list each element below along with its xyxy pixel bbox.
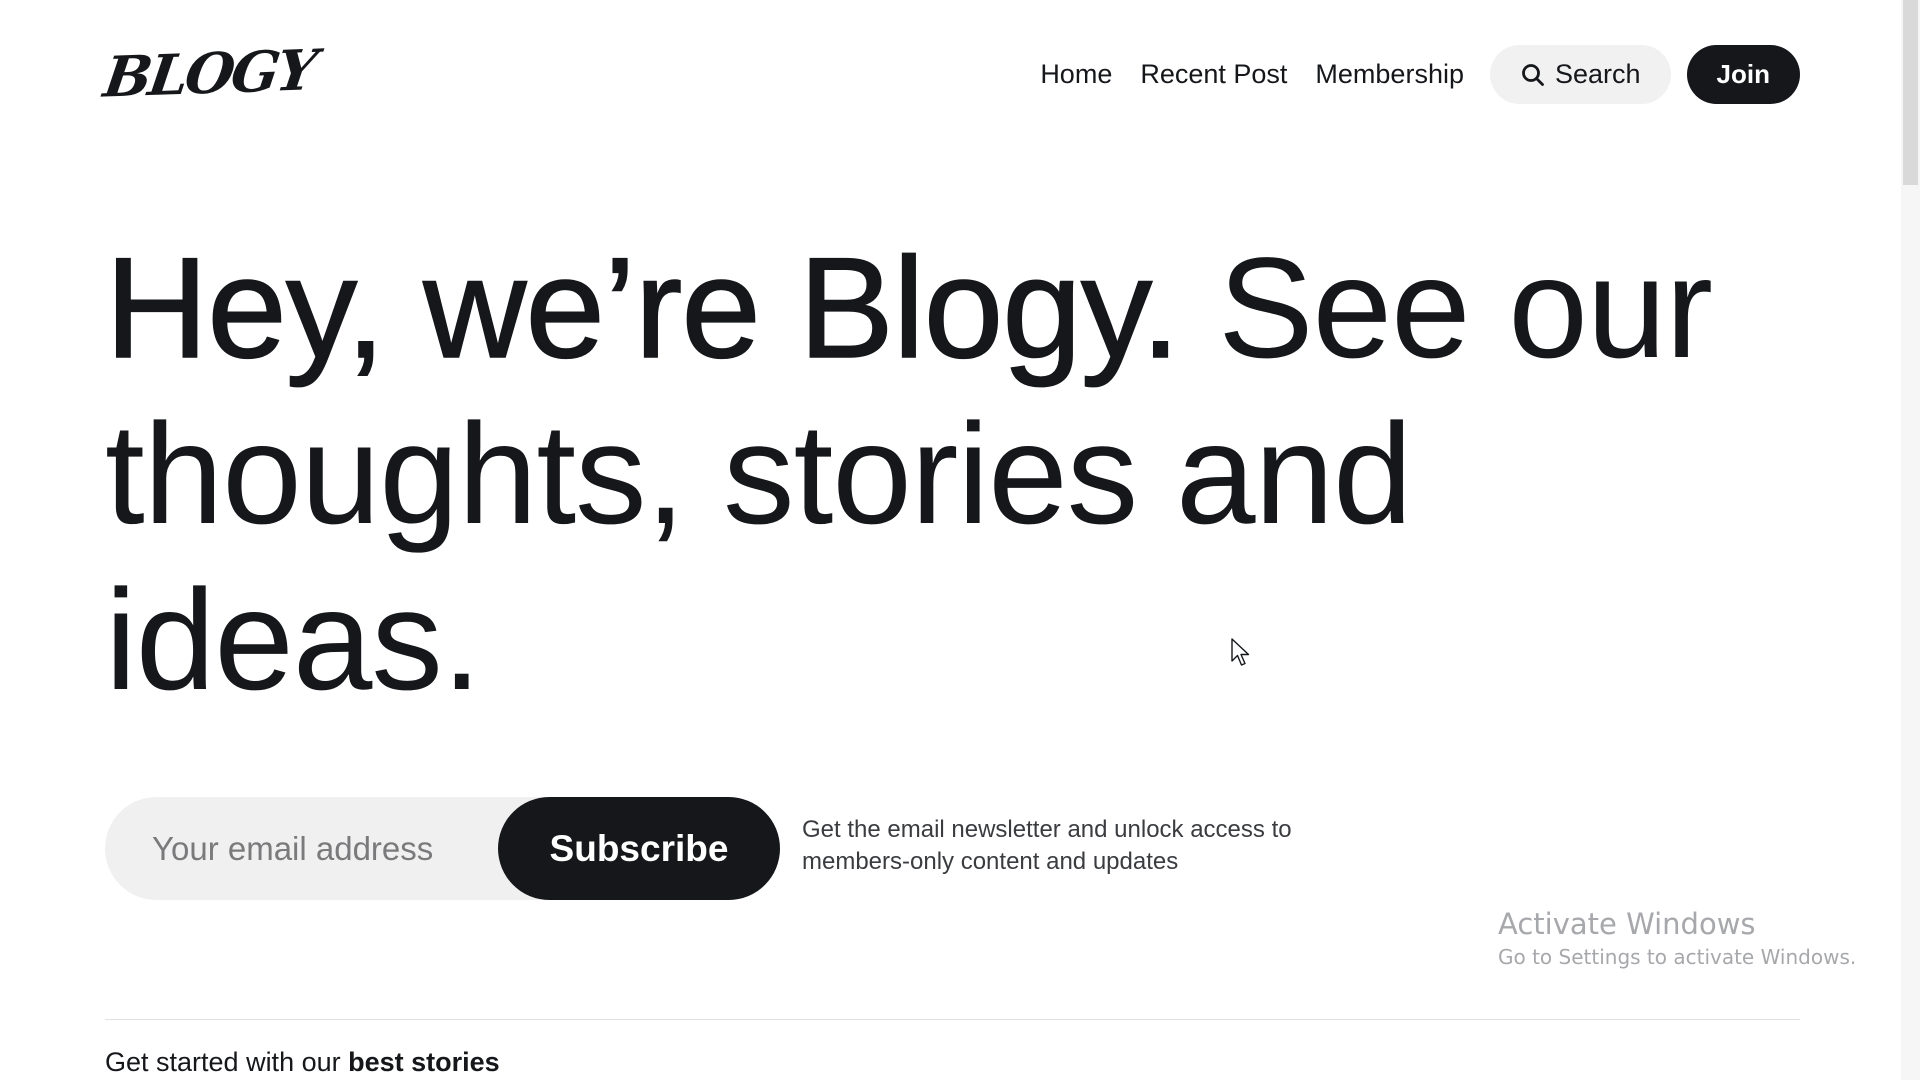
watermark-subtitle: Go to Settings to activate Windows.: [1498, 945, 1857, 969]
subscribe-button[interactable]: Subscribe: [498, 797, 780, 900]
subscribe-form: Subscribe: [105, 797, 780, 900]
section-emphasis: best stories: [348, 1047, 500, 1077]
scrollbar[interactable]: [1901, 0, 1920, 1080]
section-divider: [105, 1019, 1800, 1020]
main-nav: Home Recent Post Membership Search Join: [1040, 45, 1800, 104]
join-button[interactable]: Join: [1686, 45, 1800, 104]
subscribe-note: Get the email newsletter and unlock acce…: [802, 816, 1292, 875]
hero-headline-strong: Hey, we’re Blogy.: [104, 228, 1181, 389]
hero-headline: Hey, we’re Blogy. See our thoughts, stor…: [104, 226, 1805, 724]
nav-membership[interactable]: Membership: [1315, 59, 1464, 90]
nav-recent-post[interactable]: Recent Post: [1140, 59, 1287, 90]
search-label: Search: [1554, 59, 1641, 89]
search-icon: [1520, 62, 1546, 88]
site-logo[interactable]: BLOGY: [99, 34, 319, 113]
windows-activation-watermark: Activate Windows Go to Settings to activ…: [1498, 906, 1856, 972]
watermark-title: Activate Windows: [1498, 907, 1756, 941]
nav-home[interactable]: Home: [1040, 59, 1112, 90]
section-intro: Get started with our: [105, 1047, 341, 1077]
email-input[interactable]: [150, 828, 484, 869]
search-button[interactable]: Search: [1489, 45, 1671, 104]
section-heading: Get started with our best stories: [105, 1047, 500, 1078]
scrollbar-thumb[interactable]: [1903, 0, 1918, 185]
mouse-cursor-icon: [1231, 638, 1251, 673]
